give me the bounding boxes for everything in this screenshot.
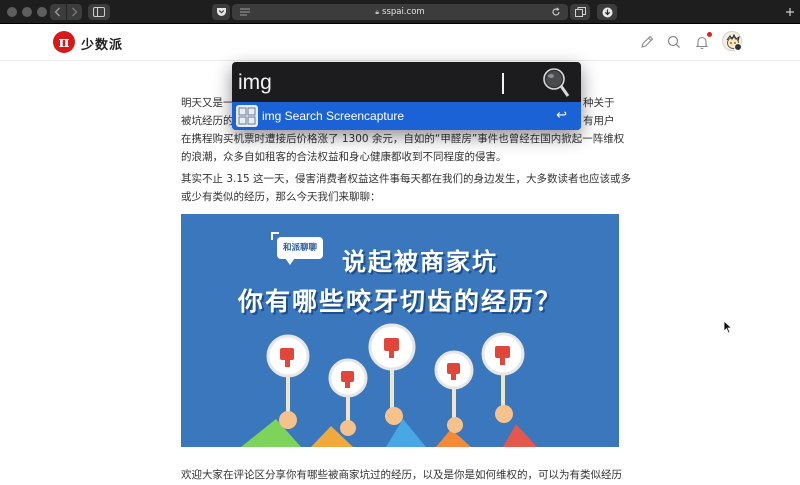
paragraph-line: 种关于 (583, 97, 615, 109)
paragraph-line: 有用户 (583, 115, 615, 127)
lock-icon: 🔒︎ (375, 8, 380, 16)
result-label: img Search Screencapture (262, 109, 405, 123)
screenshot-grid-icon (236, 105, 258, 127)
back-forward-divider (66, 4, 67, 20)
reload-icon[interactable] (551, 7, 561, 17)
downloads-button[interactable] (597, 4, 617, 20)
article-paragraph-2: 其实不止 3.15 这一天，侵害消费者权益这件事每天都在我们的身边发生，大多数读… (181, 170, 632, 206)
paragraph-line: 的浪潮，众多自如租客的合法权益和身心健康都收到不同程度的侵害。 (181, 151, 507, 163)
launcher-search-input[interactable] (238, 68, 538, 98)
avatar-badge (734, 43, 742, 51)
pocket-icon (216, 8, 226, 16)
article-banner-image: 和派聊聊 说起被商家坑 你有哪些咬牙切齿的经历？ (181, 214, 619, 447)
notification-dot (707, 32, 712, 37)
site-logo[interactable]: π (53, 31, 75, 53)
minimize-window-button[interactable] (22, 7, 32, 17)
paragraph-line: 在携程购买机票时遭接后价格涨了 1300 余元，自如的“甲醛房”事件也曾经在国内… (181, 133, 625, 145)
edit-icon[interactable] (639, 34, 655, 50)
search-icon[interactable] (666, 34, 682, 50)
alfred-hat-icon (543, 68, 570, 97)
site-logo-text[interactable]: 少数派 (81, 34, 123, 53)
text-caret (502, 73, 504, 94)
sidebar-icon (93, 7, 105, 17)
paragraph-line: 欢迎大家在评论区分享你有哪些被商家坑过的经历，以及是你是如何维权的，可以为有类似… (181, 469, 622, 481)
url-display: 🔒︎ sspai.com (232, 4, 568, 20)
url-text: sspai.com (382, 7, 425, 17)
banner-illustration (241, 323, 537, 447)
address-bar[interactable]: 🔒︎ sspai.com (232, 4, 568, 20)
tabs-overview-button[interactable] (570, 4, 590, 20)
close-window-button[interactable] (7, 7, 17, 17)
launcher-result-item[interactable]: img Search Screencapture ↩ (232, 102, 581, 130)
download-icon (602, 7, 612, 17)
pocket-button[interactable] (212, 4, 230, 20)
site-header: π 少数派 (0, 25, 800, 61)
tabs-icon (574, 7, 586, 17)
back-icon[interactable] (51, 5, 65, 19)
article-paragraph-3: 欢迎大家在评论区分享你有哪些被商家坑过的经历，以及是你是如何维权的，可以为有类似… (181, 466, 622, 484)
paragraph-line: 或少有类似的经历，那么今天我们来聊聊： (181, 191, 381, 203)
return-key-icon: ↩ (556, 108, 567, 123)
zoom-window-button[interactable] (37, 7, 47, 17)
browser-toolbar: 🔒︎ sspai.com (0, 0, 800, 24)
plus-icon (786, 8, 794, 16)
forward-icon[interactable] (67, 5, 81, 19)
new-tab-button[interactable] (783, 4, 797, 20)
sidebar-button[interactable] (88, 4, 110, 20)
alfred-launcher: img Search Screencapture ↩ (232, 62, 581, 130)
article-paragraph-1-right: 种关于 有用户 (583, 94, 623, 130)
paragraph-line: 其实不止 3.15 这一天，侵害消费者权益这件事每天都在我们的身边发生，大多数读… (181, 173, 632, 185)
mouse-cursor-icon (723, 320, 733, 334)
